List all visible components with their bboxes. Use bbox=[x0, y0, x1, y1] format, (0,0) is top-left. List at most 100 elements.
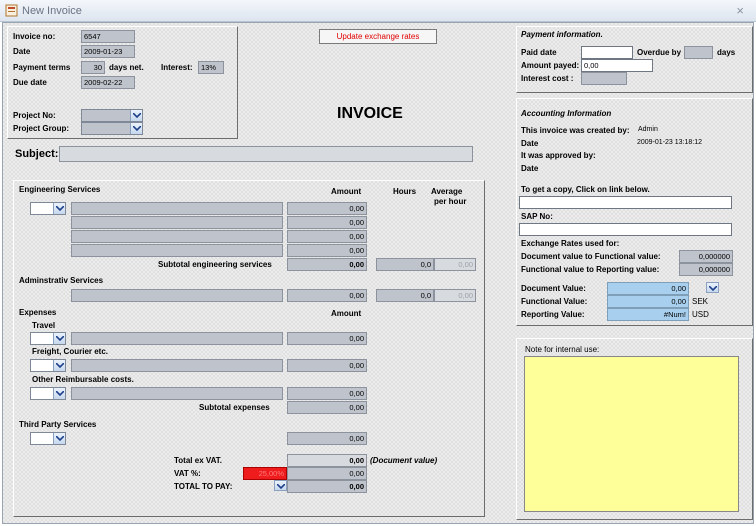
doc-value-field[interactable]: 0,00 bbox=[607, 282, 689, 295]
eng-amount-1[interactable]: 0,00 bbox=[287, 202, 367, 215]
date-label: Date bbox=[13, 47, 31, 56]
admin-hours[interactable]: 0,0 bbox=[376, 289, 434, 302]
chevron-down-icon bbox=[56, 336, 64, 341]
days-label: days bbox=[717, 48, 736, 57]
overdue-days-field[interactable] bbox=[684, 46, 713, 59]
close-icon[interactable]: × bbox=[736, 3, 744, 18]
eng-avg-field[interactable]: 0,00 bbox=[434, 258, 476, 271]
func-to-rep-field[interactable]: 0,000000 bbox=[679, 263, 733, 276]
update-exchange-rates-button[interactable]: Update exchange rates bbox=[319, 29, 437, 44]
subtotal-eng-field[interactable]: 0,00 bbox=[287, 258, 367, 271]
acc-date2-label: Date bbox=[521, 164, 539, 173]
chevron-down-icon bbox=[56, 206, 64, 211]
eng-amount-4[interactable]: 0,00 bbox=[287, 244, 367, 257]
eng-amount-2[interactable]: 0,00 bbox=[287, 216, 367, 229]
admin-avg[interactable]: 0,00 bbox=[434, 289, 476, 302]
date-field[interactable]: 2009-01-23 bbox=[81, 45, 135, 58]
subtotal-eng-label: Subtotal engineering services bbox=[158, 260, 272, 269]
currency-select[interactable] bbox=[273, 480, 287, 493]
copy-label: To get a copy, Click on link below. bbox=[521, 185, 650, 194]
freight-amount[interactable]: 0,00 bbox=[287, 359, 367, 372]
other-combo[interactable] bbox=[30, 387, 66, 400]
due-date-label: Due date bbox=[13, 78, 47, 87]
acc-date-label: Date bbox=[521, 139, 539, 148]
note-textarea[interactable] bbox=[524, 356, 739, 512]
interest-cost-field[interactable] bbox=[581, 72, 627, 85]
amount-header: Amount bbox=[331, 187, 362, 196]
eng-desc-1[interactable] bbox=[71, 202, 283, 215]
window-title: New Invoice bbox=[22, 5, 82, 17]
func-value-field[interactable]: 0,00 bbox=[607, 295, 689, 308]
eng-hours-field[interactable]: 0,0 bbox=[376, 258, 434, 271]
third-party-label: Third Party Services bbox=[19, 420, 97, 429]
func-value-label: Functional Value: bbox=[521, 297, 588, 306]
chevron-down-icon bbox=[133, 126, 141, 131]
engineering-combo[interactable] bbox=[30, 202, 66, 215]
total-ex-vat-field[interactable]: 0,00 bbox=[287, 454, 367, 467]
project-no-combo[interactable] bbox=[81, 109, 143, 122]
paid-date-label: Paid date bbox=[521, 48, 557, 57]
avg-header-2: per hour bbox=[434, 197, 467, 206]
subtotal-exp-field[interactable]: 0,00 bbox=[287, 401, 367, 414]
amount-payed-label: Amount payed: bbox=[521, 61, 580, 70]
payment-title: Payment information. bbox=[521, 30, 603, 39]
travel-combo[interactable] bbox=[30, 332, 66, 345]
chevron-down-icon bbox=[133, 113, 141, 118]
total-to-pay-field[interactable]: 0,00 bbox=[287, 480, 367, 493]
due-date-field[interactable]: 2009-02-22 bbox=[81, 76, 135, 89]
eng-desc-4[interactable] bbox=[71, 244, 283, 257]
paid-date-field[interactable] bbox=[581, 46, 633, 59]
other-label: Other Reimbursable costs. bbox=[32, 375, 134, 384]
created-by-label: This invoice was created by: bbox=[521, 126, 630, 135]
currency-combo[interactable] bbox=[705, 282, 719, 295]
created-by-value: Admin bbox=[638, 126, 658, 133]
func-to-rep-label: Functional value to Reporting value: bbox=[521, 265, 660, 274]
eng-desc-2[interactable] bbox=[71, 216, 283, 229]
chevron-down-icon bbox=[56, 363, 64, 368]
chevron-down-icon bbox=[277, 484, 285, 489]
overdue-by-label: Overdue by bbox=[637, 48, 682, 57]
doc-to-func-field[interactable]: 0,000000 bbox=[679, 250, 733, 263]
interest-field[interactable]: 13% bbox=[198, 61, 224, 74]
chevron-down-icon bbox=[56, 391, 64, 396]
vat-percent-field[interactable]: 25,00% bbox=[243, 467, 287, 480]
vat-amount-field[interactable]: 0,00 bbox=[287, 467, 367, 480]
eng-amount-3[interactable]: 0,00 bbox=[287, 230, 367, 243]
payment-terms-field[interactable]: 30 bbox=[81, 61, 105, 74]
subject-label: Subject: bbox=[15, 148, 59, 160]
other-desc[interactable] bbox=[71, 387, 283, 400]
acc-date-value: 2009-01-23 13:18:12 bbox=[637, 139, 702, 146]
invoice-form: Invoice no: 6547 Date 2009-01-23 Payment… bbox=[2, 22, 754, 524]
sap-field[interactable] bbox=[519, 223, 732, 236]
invoice-no-label: Invoice no: bbox=[13, 32, 56, 41]
eng-desc-3[interactable] bbox=[71, 230, 283, 243]
other-amount[interactable]: 0,00 bbox=[287, 387, 367, 400]
rep-currency: USD bbox=[692, 310, 709, 319]
project-no-label: Project No: bbox=[13, 111, 56, 120]
subject-field[interactable] bbox=[59, 146, 473, 162]
admin-amount[interactable]: 0,00 bbox=[287, 289, 367, 302]
freight-desc[interactable] bbox=[71, 359, 283, 372]
func-currency: SEK bbox=[692, 297, 709, 306]
subtotal-exp-label: Subtotal expenses bbox=[199, 403, 270, 412]
copy-link-field[interactable] bbox=[519, 196, 732, 209]
third-party-amount[interactable]: 0,00 bbox=[287, 432, 367, 445]
rep-value-label: Reporting Value: bbox=[521, 310, 585, 319]
engineering-label: Engineering Services bbox=[19, 185, 101, 194]
project-group-combo[interactable] bbox=[81, 122, 143, 135]
days-net-label: days net. bbox=[109, 63, 144, 72]
interest-cost-label: Interest cost : bbox=[521, 74, 574, 83]
amount-payed-field[interactable]: 0,00 bbox=[581, 59, 653, 72]
third-party-combo[interactable] bbox=[30, 432, 66, 445]
accounting-title: Accounting Information bbox=[521, 109, 612, 118]
invoice-no-field[interactable]: 6547 bbox=[81, 30, 135, 43]
approved-by-label: It was approved by: bbox=[521, 151, 596, 160]
admin-desc[interactable] bbox=[71, 289, 283, 302]
travel-label: Travel bbox=[32, 321, 56, 330]
doc-value-label: Document Value: bbox=[521, 284, 586, 293]
payment-terms-label: Payment terms bbox=[13, 63, 71, 72]
freight-combo[interactable] bbox=[30, 359, 66, 372]
travel-desc[interactable] bbox=[71, 332, 283, 345]
rep-value-field[interactable]: #Num! bbox=[607, 308, 689, 321]
travel-amount[interactable]: 0,00 bbox=[287, 332, 367, 345]
